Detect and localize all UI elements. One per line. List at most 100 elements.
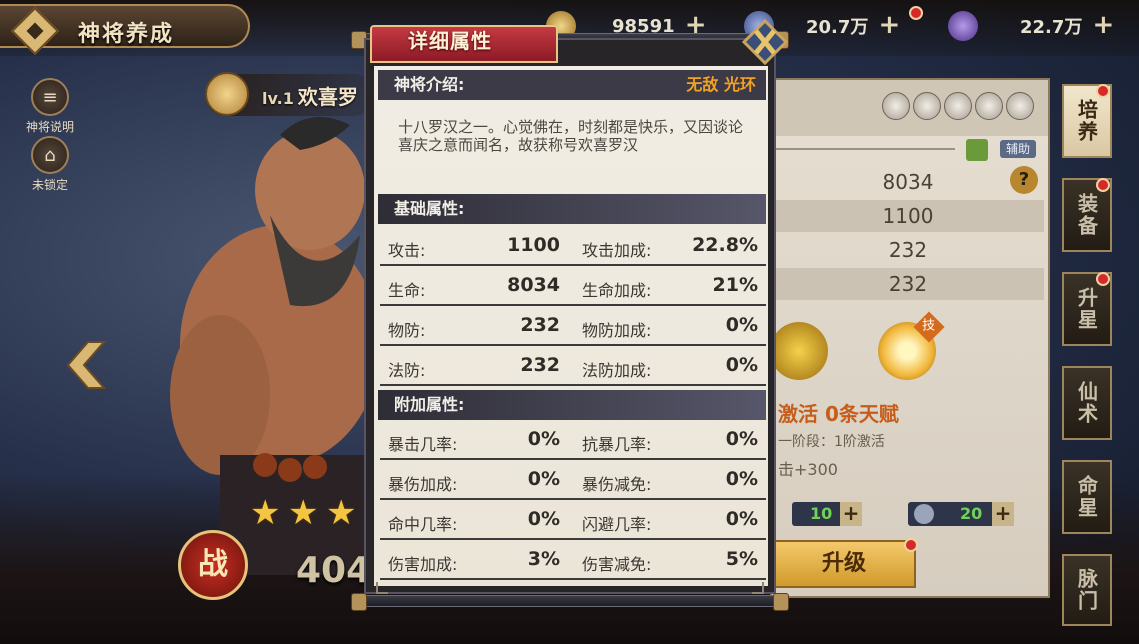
material-count: 10 <box>810 504 833 523</box>
coin-add-button[interactable]: + <box>992 502 1014 526</box>
stat-row: 伤害加成: 3% 伤害减免: 5% <box>380 542 766 580</box>
stat-value: 0% <box>527 428 560 450</box>
rod-knob <box>773 593 789 611</box>
hero-level: lv.1 <box>262 89 294 108</box>
row-divider <box>380 304 766 306</box>
stat-name: 生命: <box>388 281 426 300</box>
stat-name: 命中几率: <box>388 515 458 534</box>
stat-value: 0% <box>527 468 560 490</box>
stat-name: 暴伤减免: <box>582 475 652 494</box>
stat-value: 232 <box>520 354 560 376</box>
intro-label: 神将介绍: <box>394 75 465 94</box>
stat-row: 生命: 8034 生命加成: 21% <box>380 268 766 306</box>
tab-fate-star[interactable]: 命星 <box>1062 460 1112 534</box>
stat-name: 法防加成: <box>582 361 652 380</box>
tab-meridian[interactable]: 脉门 <box>1062 554 1112 626</box>
stat-name: 物防: <box>388 321 426 340</box>
stat-value-mdef: 232 <box>772 268 1044 300</box>
stat-name: 暴击几率: <box>388 435 458 454</box>
upgrade-button[interactable]: 升级 <box>772 540 916 588</box>
stat-row: 攻击: 1100 攻击加成: 22.8% <box>380 228 766 266</box>
stat-value: 5% <box>725 548 758 570</box>
row-divider <box>380 538 766 540</box>
hero-name: 欢喜罗 <box>297 85 358 109</box>
scroll-icon: ≡ <box>31 78 69 116</box>
dialog-title-tab: 详细属性 <box>370 25 558 63</box>
row-divider <box>380 458 766 460</box>
stat-value: 8034 <box>507 274 560 296</box>
orb-slot[interactable] <box>975 92 1003 120</box>
talent-text: 激活 0条天赋 <box>778 402 899 426</box>
coin-count: 20 <box>960 504 983 523</box>
gem-icon <box>948 11 978 41</box>
gold-add-button[interactable]: + <box>878 12 901 38</box>
hero-info-button[interactable]: ≡ 神将说明 <box>24 78 76 135</box>
stat-value: 0% <box>725 428 758 450</box>
dialog-title: 详细属性 <box>408 29 492 53</box>
gem-add-button[interactable]: + <box>1092 12 1115 38</box>
stat-row: 暴伤加成: 0% 暴伤减免: 0% <box>380 462 766 500</box>
prev-hero-arrow-icon[interactable] <box>66 340 106 390</box>
hero-level-name: lv.1 欢喜罗 <box>262 81 358 110</box>
dialog-body: 神将介绍: 无敌 光环 十八罗汉之一。心觉佛在，时刻都是快乐，又因谈论喜庆之意而… <box>364 38 776 594</box>
orb-slot[interactable] <box>913 92 941 120</box>
coin-icon <box>914 504 934 524</box>
stat-value: 232 <box>520 314 560 336</box>
frame-corner <box>376 582 388 594</box>
tab-immortal-art[interactable]: 仙术 <box>1062 366 1112 440</box>
material-add-button[interactable]: + <box>840 502 862 526</box>
page-title: 神将养成 <box>78 22 175 47</box>
lock-button[interactable]: ⌂ 未锁定 <box>24 136 76 193</box>
stat-value-atk: 1100 <box>772 200 1044 232</box>
progress-line <box>775 148 955 150</box>
scroll-bottom-rod <box>351 593 789 611</box>
hero-info-label: 神将说明 <box>25 120 74 134</box>
stat-value: 1100 <box>507 234 560 256</box>
skill-icon[interactable] <box>770 322 828 380</box>
stat-name: 抗暴几率: <box>582 435 652 454</box>
back-button[interactable] <box>10 6 60 56</box>
row-divider <box>380 498 766 500</box>
coin-counter: 20 + <box>908 502 1014 526</box>
gem-value: 22.7万 <box>1020 17 1083 38</box>
stat-name: 攻击: <box>388 241 426 260</box>
stat-name: 伤害减免: <box>582 555 652 574</box>
close-icon[interactable] <box>742 19 788 65</box>
tab-notify-dot <box>1096 178 1110 192</box>
stat-value: 0% <box>527 508 560 530</box>
row-divider <box>380 578 766 580</box>
stat-value: 0% <box>725 314 758 336</box>
orb-slot[interactable] <box>944 92 972 120</box>
base-section-header: 基础属性: <box>378 194 766 224</box>
stat-value: 0% <box>725 508 758 530</box>
atk-bonus-text: 击+300 <box>778 460 838 479</box>
unlock-icon: ⌂ <box>31 136 69 174</box>
star-icon: ★ <box>288 493 319 533</box>
row-divider <box>380 264 766 266</box>
stat-row: 命中几率: 0% 闪避几率: 0% <box>380 502 766 540</box>
frame-corner <box>752 582 764 594</box>
intro-section-header: 神将介绍: 无敌 光环 <box>378 70 766 100</box>
orb-slot[interactable] <box>1006 92 1034 120</box>
stat-value: 0% <box>725 354 758 376</box>
star-icon: ★ <box>326 493 357 533</box>
intro-tag: 无敌 光环 <box>686 75 756 94</box>
stat-value: 21% <box>712 274 758 296</box>
stat-value: 22.8% <box>692 234 758 256</box>
leaf-icon <box>966 139 988 161</box>
stat-name: 伤害加成: <box>388 555 458 574</box>
rod-knob <box>351 593 367 611</box>
stat-row: 暴击几率: 0% 抗暴几率: 0% <box>380 422 766 460</box>
material-counter: 10 + <box>792 502 862 526</box>
gold-notify-dot <box>909 6 923 20</box>
lotus-icon <box>205 72 249 116</box>
star-icon: ★ <box>250 493 281 533</box>
help-icon[interactable]: ? <box>1010 166 1038 194</box>
stat-name: 闪避几率: <box>582 515 652 534</box>
orb-slots <box>882 92 1034 120</box>
stat-name: 生命加成: <box>582 281 652 300</box>
orb-slot[interactable] <box>882 92 910 120</box>
row-divider <box>380 384 766 386</box>
lock-label: 未锁定 <box>31 178 68 192</box>
stage-text: 一阶段：1阶激活 <box>778 434 885 450</box>
